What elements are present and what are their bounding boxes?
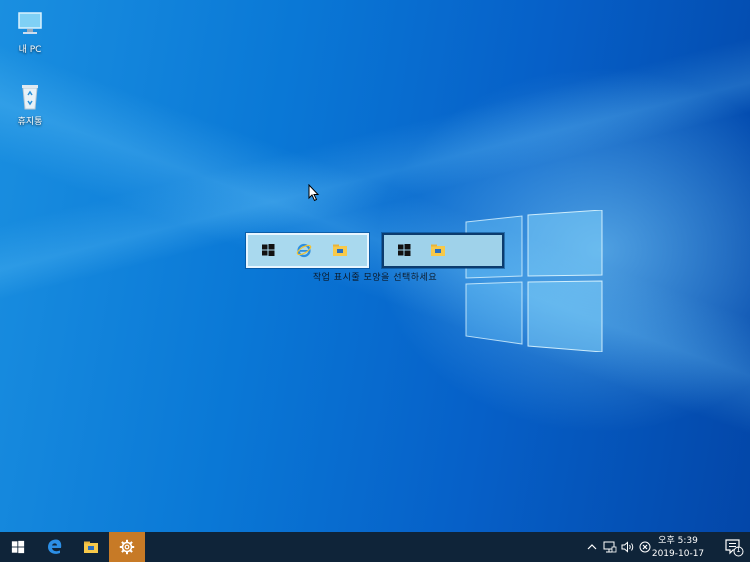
desktop-icon-label: 내 PC bbox=[18, 45, 42, 55]
desktop-icon-recycle-bin[interactable]: 휴지통 bbox=[0, 80, 60, 127]
volume-icon[interactable] bbox=[621, 541, 635, 553]
dialog-caption: 작업 표시줄 모양을 선택하세요 bbox=[312, 273, 438, 283]
file-explorer-icon bbox=[431, 244, 445, 256]
taskbar-style-option-1[interactable] bbox=[245, 232, 370, 269]
system-tray bbox=[586, 532, 651, 562]
start-button[interactable] bbox=[0, 532, 36, 562]
clock[interactable]: 오후 5:39 2019-10-17 bbox=[648, 535, 708, 561]
taskbar-style-option-2[interactable] bbox=[381, 232, 505, 269]
taskbar: 오후 5:39 2019-10-17 1 bbox=[0, 532, 750, 562]
internet-explorer-icon bbox=[296, 243, 312, 258]
desktop-icon-this-pc[interactable]: 내 PC bbox=[0, 8, 60, 55]
network-icon[interactable] bbox=[603, 541, 617, 553]
file-explorer-icon bbox=[333, 244, 347, 256]
notification-count: 1 bbox=[736, 546, 741, 554]
clock-time: 오후 5:39 bbox=[658, 536, 698, 546]
chevron-up-icon[interactable] bbox=[586, 541, 598, 553]
clock-date: 2019-10-17 bbox=[651, 549, 705, 559]
mouse-cursor-icon bbox=[308, 184, 320, 202]
computer-icon bbox=[18, 12, 42, 34]
recycle-bin-icon bbox=[22, 85, 38, 110]
desktop-icon-label: 휴지통 bbox=[17, 117, 43, 127]
action-center-button[interactable]: 1 bbox=[724, 537, 744, 557]
file-explorer-icon bbox=[84, 541, 98, 553]
edge-button[interactable] bbox=[37, 532, 73, 562]
settings-icon bbox=[119, 539, 135, 555]
windows-logo-icon bbox=[262, 244, 275, 256]
windows-logo-icon bbox=[11, 540, 25, 554]
windows-logo-icon bbox=[398, 244, 411, 256]
edge-icon bbox=[48, 539, 62, 554]
settings-button[interactable] bbox=[109, 532, 145, 562]
file-explorer-button[interactable] bbox=[73, 532, 109, 562]
notification-icon bbox=[725, 539, 744, 557]
